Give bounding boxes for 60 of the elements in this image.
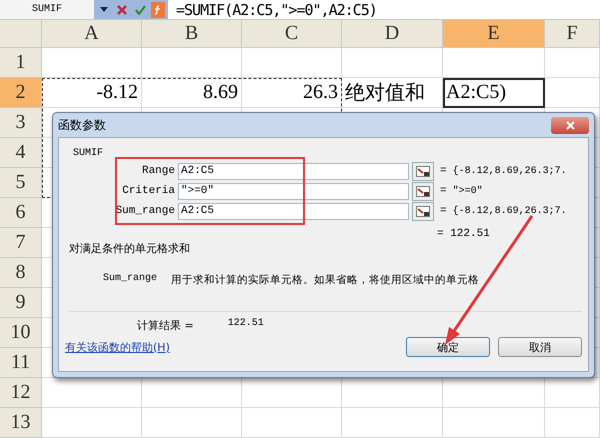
range-select-icon xyxy=(416,186,430,196)
close-icon xyxy=(566,120,574,130)
argument-field[interactable]: A2:C5 xyxy=(178,162,409,180)
equals-sign: = xyxy=(440,165,447,177)
help-link[interactable]: 有关该函数的帮助(H) xyxy=(65,340,170,354)
row-header[interactable]: 11 xyxy=(0,348,42,378)
formula-total: = 122.51 xyxy=(436,228,491,240)
empty-cell xyxy=(545,408,600,438)
equals-sign: = xyxy=(440,185,447,197)
table-cell: 8.69 xyxy=(142,78,242,108)
table-cell: A2:C5) xyxy=(443,78,545,108)
column-header[interactable]: F xyxy=(545,20,600,48)
row-header[interactable]: 3 xyxy=(0,108,42,138)
row-header[interactable]: 2 xyxy=(0,78,42,108)
ok-button[interactable]: 确定 xyxy=(406,337,490,357)
name-box[interactable]: SUMIF xyxy=(0,0,94,19)
row-header[interactable]: 7 xyxy=(0,228,42,258)
column-header[interactable]: C xyxy=(242,20,342,48)
cancel-button[interactable]: 取消 xyxy=(498,337,582,357)
argument-label: Criteria xyxy=(121,185,176,197)
parameter-name: Sum_range xyxy=(103,273,158,286)
argument-field[interactable]: ">=0" xyxy=(178,182,409,200)
argument-field[interactable]: A2:C5 xyxy=(178,202,409,220)
equals-sign: = xyxy=(440,205,447,217)
close-button[interactable] xyxy=(551,116,589,134)
column-header[interactable]: B xyxy=(142,20,242,48)
row-header[interactable]: 1 xyxy=(0,48,42,78)
argument-label: Sum_range xyxy=(114,205,176,217)
argument-result: {-8.12,8.69,26.3;7. xyxy=(452,206,567,216)
argument-result: ">=0" xyxy=(452,186,483,196)
row-header[interactable]: 6 xyxy=(0,198,42,228)
table-cell: -8.12 xyxy=(42,78,142,108)
range-select-icon xyxy=(416,206,430,216)
function-name: SUMIF xyxy=(72,148,104,159)
row-header[interactable]: 13 xyxy=(0,408,42,438)
column-header[interactable]: E xyxy=(443,20,545,48)
collapse-button[interactable] xyxy=(412,162,434,180)
result-label: 计算结果 = xyxy=(137,318,194,333)
column-header[interactable]: D xyxy=(342,20,443,48)
function-icon[interactable] xyxy=(151,2,165,18)
function-description: 对满足条件的单元格求和 xyxy=(68,241,191,256)
result-value: 122.51 xyxy=(228,318,264,331)
row-header[interactable]: 5 xyxy=(0,168,42,198)
formula-input[interactable]: =SUMIF(A2:C5,">=0",A2:C5) xyxy=(168,0,377,18)
empty-cell xyxy=(545,48,600,78)
row-header[interactable]: 4 xyxy=(0,138,42,168)
argument-result: {-8.12,8.69,26.3;7. xyxy=(452,166,567,176)
row-header[interactable]: 8 xyxy=(0,258,42,288)
table-cell: 26.3 xyxy=(242,78,342,108)
argument-label: Range xyxy=(140,165,176,177)
row-header[interactable]: 10 xyxy=(0,318,42,348)
row-header[interactable]: 12 xyxy=(0,378,42,408)
parameter-help: 用于求和计算的实际单元格。如果省略，将使用区域中的单元格 xyxy=(171,273,480,287)
collapse-button[interactable] xyxy=(412,182,434,200)
dialog-title: 函数参数 xyxy=(58,116,106,134)
row-header[interactable]: 9 xyxy=(0,288,42,318)
table-cell: 绝对值和 xyxy=(342,78,443,108)
column-header[interactable]: A xyxy=(42,20,142,48)
range-select-icon xyxy=(416,166,430,176)
collapse-button[interactable] xyxy=(412,202,434,220)
